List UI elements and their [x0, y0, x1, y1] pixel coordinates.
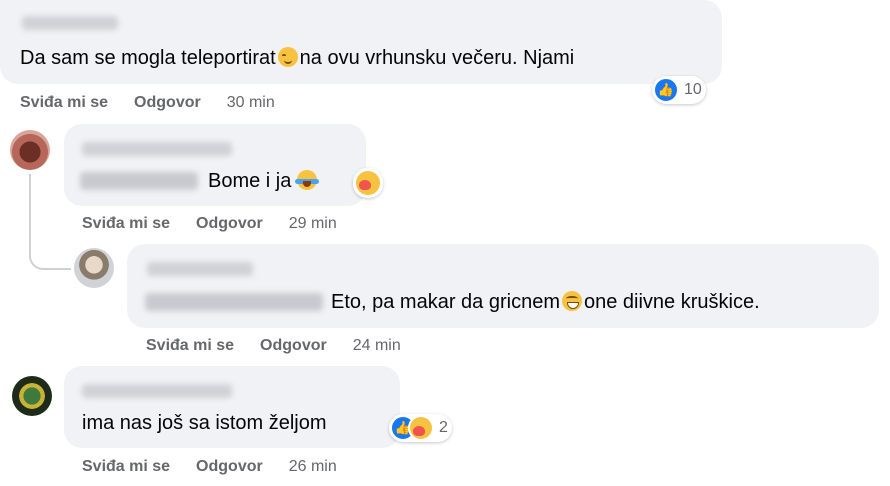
reply-button[interactable]: Odgovor — [134, 94, 201, 111]
comment-text-part: ima nas još sa istom željom — [82, 412, 327, 434]
like-icon: 👍 — [653, 77, 679, 103]
timestamp[interactable]: 30 min — [227, 94, 275, 111]
reply-button[interactable]: Odgovor — [196, 458, 263, 475]
face-with-tears-of-joy-icon — [295, 170, 320, 190]
comment-actions: Sviđa mi se Odgovor 30 min — [20, 94, 301, 112]
reaction-summary[interactable]: 👍 2 — [389, 414, 452, 442]
comment-text: Bome i ja — [208, 169, 320, 193]
reaction-summary[interactable]: 👍 10 — [652, 76, 706, 104]
comment-text-part: na ovu vrhunsku večeru. Njami — [299, 47, 575, 69]
comment-text-part: Bome i ja — [208, 170, 292, 192]
blurred-author-name[interactable] — [22, 16, 118, 30]
blurred-mention[interactable] — [145, 293, 323, 311]
reaction-summary[interactable] — [353, 168, 383, 198]
comment-bubble: Eto, pa makar da gricnem one diivne krušk… — [127, 244, 879, 328]
comment-text: ima nas još sa istom željom — [82, 411, 327, 435]
timestamp[interactable]: 24 min — [353, 337, 401, 354]
comment-text: Da sam se mogla teleportirat na ovu vrhun… — [20, 46, 574, 70]
comment-text-part: Eto, pa makar da gricnem — [331, 291, 560, 313]
comment-bubble: ima nas još sa istom željom — [64, 366, 400, 448]
blurred-author-name[interactable] — [82, 384, 232, 398]
avatar[interactable] — [12, 376, 52, 416]
reply-button[interactable]: Odgovor — [260, 337, 327, 354]
timestamp[interactable]: 26 min — [289, 458, 337, 475]
grinning-face-icon — [562, 291, 582, 311]
comment-bubble: Bome i ja — [64, 124, 366, 206]
relieved-face-icon — [277, 47, 298, 67]
like-button[interactable]: Sviđa mi se — [146, 337, 234, 354]
avatar[interactable] — [10, 130, 50, 170]
comment-text-part: one diivne kruškice. — [584, 291, 760, 313]
blurred-mention[interactable] — [80, 172, 198, 190]
comment-text: Eto, pa makar da gricnem one diivne krušk… — [331, 290, 760, 314]
comment-actions: Sviđa mi se Odgovor 29 min — [82, 215, 363, 233]
reaction-count: 10 — [684, 81, 702, 98]
like-button[interactable]: Sviđa mi se — [82, 458, 170, 475]
care-icon — [354, 169, 382, 197]
timestamp[interactable]: 29 min — [289, 215, 337, 232]
like-button[interactable]: Sviđa mi se — [82, 215, 170, 232]
reply-button[interactable]: Odgovor — [196, 215, 263, 232]
reaction-count: 2 — [439, 419, 448, 436]
comment-bubble: Da sam se mogla teleportirat na ovu vrhun… — [0, 0, 722, 84]
comment-actions: Sviđa mi se Odgovor 24 min — [146, 337, 427, 355]
blurred-author-name[interactable] — [147, 262, 253, 276]
like-button[interactable]: Sviđa mi se — [20, 94, 108, 111]
care-icon — [408, 415, 434, 441]
comment-text-part: Da sam se mogla teleportirat — [20, 47, 276, 69]
avatar[interactable] — [74, 248, 114, 288]
blurred-author-name[interactable] — [82, 142, 232, 156]
comment-actions: Sviđa mi se Odgovor 26 min — [82, 458, 363, 476]
